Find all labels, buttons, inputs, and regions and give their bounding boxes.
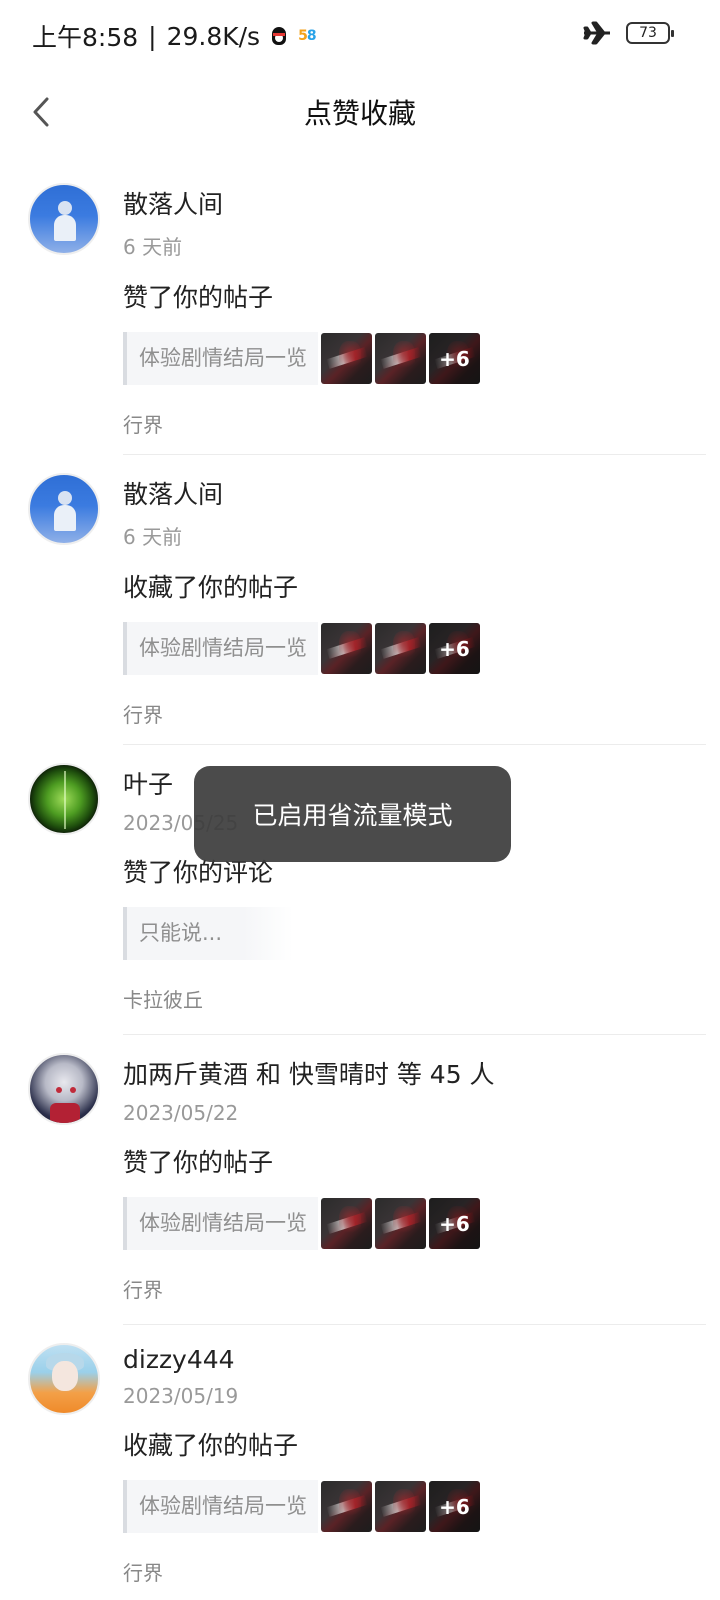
58-app-icon: 58 xyxy=(298,28,316,44)
more-count: +6 xyxy=(429,1198,480,1249)
timestamp: 2023/05/22 xyxy=(123,1101,239,1125)
avatar[interactable] xyxy=(28,1053,100,1125)
nav-bar: 点赞收藏 xyxy=(0,70,720,154)
post-title: 体验剧情结局一览 xyxy=(123,622,318,675)
community-tag[interactable]: 行界 xyxy=(123,699,706,728)
notification-list: 散落人间 6 天前 赞了你的帖子 体验剧情结局一览 +6 行界 散落人间 6 天… xyxy=(0,165,720,1600)
list-item[interactable]: 散落人间 6 天前 赞了你的帖子 体验剧情结局一览 +6 行界 xyxy=(0,165,720,455)
action-text: 收藏了你的帖子 xyxy=(123,1431,299,1460)
avatar[interactable] xyxy=(28,763,100,835)
post-card[interactable]: 体验剧情结局一览 +6 xyxy=(123,1480,706,1533)
post-thumbnail xyxy=(321,1198,372,1249)
community-tag[interactable]: 卡拉彼丘 xyxy=(123,984,706,1013)
list-item[interactable]: 散落人间 6 天前 收藏了你的帖子 体验剧情结局一览 +6 行界 xyxy=(0,455,720,745)
comment-card[interactable]: 只能说... xyxy=(123,907,706,960)
post-card[interactable]: 体验剧情结局一览 +6 xyxy=(123,332,706,385)
status-bar: 上午8:58 | 29.8K/s 58 73 xyxy=(0,0,720,70)
status-left: 上午8:58 | 29.8K/s 58 xyxy=(32,18,317,54)
post-thumbnail-more: +6 xyxy=(429,1198,480,1249)
post-title: 体验剧情结局一览 xyxy=(123,1480,318,1533)
status-right: 73 xyxy=(582,20,674,46)
action-text: 赞了你的帖子 xyxy=(123,283,274,312)
post-card[interactable]: 体验剧情结局一览 +6 xyxy=(123,1197,706,1250)
post-thumbnail-more: +6 xyxy=(429,623,480,674)
timestamp: 6 天前 xyxy=(123,525,183,549)
community-tag[interactable]: 行界 xyxy=(123,1557,706,1586)
community-tag[interactable]: 行界 xyxy=(123,1274,706,1303)
page-title: 点赞收藏 xyxy=(303,97,416,130)
status-time: 上午8:58 xyxy=(32,23,139,52)
post-card[interactable]: 体验剧情结局一览 +6 xyxy=(123,622,706,675)
avatar[interactable] xyxy=(28,1343,100,1415)
action-text: 收藏了你的帖子 xyxy=(123,573,299,602)
post-title: 体验剧情结局一览 xyxy=(123,1197,318,1250)
post-thumbnail xyxy=(375,333,426,384)
list-item[interactable]: dizzy444 2023/05/19 收藏了你的帖子 体验剧情结局一览 +6 … xyxy=(0,1325,720,1600)
post-thumbnail xyxy=(321,1481,372,1532)
post-thumbnail xyxy=(375,1198,426,1249)
post-title: 体验剧情结局一览 xyxy=(123,332,318,385)
battery-indicator: 73 xyxy=(626,22,674,44)
user-name[interactable]: 散落人间 xyxy=(123,185,706,221)
more-count: +6 xyxy=(429,623,480,674)
status-separator: | xyxy=(148,21,157,51)
post-thumbnail xyxy=(375,1481,426,1532)
user-name[interactable]: 散落人间 xyxy=(123,475,706,511)
community-tag[interactable]: 行界 xyxy=(123,409,706,438)
qq-icon xyxy=(270,25,288,47)
avatar[interactable] xyxy=(28,473,100,545)
user-name[interactable]: dizzy444 xyxy=(123,1345,706,1374)
user-name[interactable]: 加两斤黄酒 和 快雪晴时 等 45 人 xyxy=(123,1055,706,1091)
airplane-mode-icon xyxy=(583,21,610,45)
post-thumbnail xyxy=(375,623,426,674)
network-speed: 29.8K/s xyxy=(166,21,261,51)
toast-message: 已启用省流量模式 xyxy=(194,766,511,862)
timestamp: 2023/05/19 xyxy=(123,1384,239,1408)
comment-excerpt: 只能说... xyxy=(123,907,293,960)
post-thumbnail xyxy=(321,623,372,674)
avatar[interactable] xyxy=(28,183,100,255)
more-count: +6 xyxy=(429,333,480,384)
action-text: 赞了你的帖子 xyxy=(123,1148,274,1177)
list-item[interactable]: 加两斤黄酒 和 快雪晴时 等 45 人 2023/05/22 赞了你的帖子 体验… xyxy=(0,1035,720,1325)
more-count: +6 xyxy=(429,1481,480,1532)
post-thumbnail-more: +6 xyxy=(429,1481,480,1532)
post-thumbnail-more: +6 xyxy=(429,333,480,384)
timestamp: 6 天前 xyxy=(123,235,183,259)
post-thumbnail xyxy=(321,333,372,384)
